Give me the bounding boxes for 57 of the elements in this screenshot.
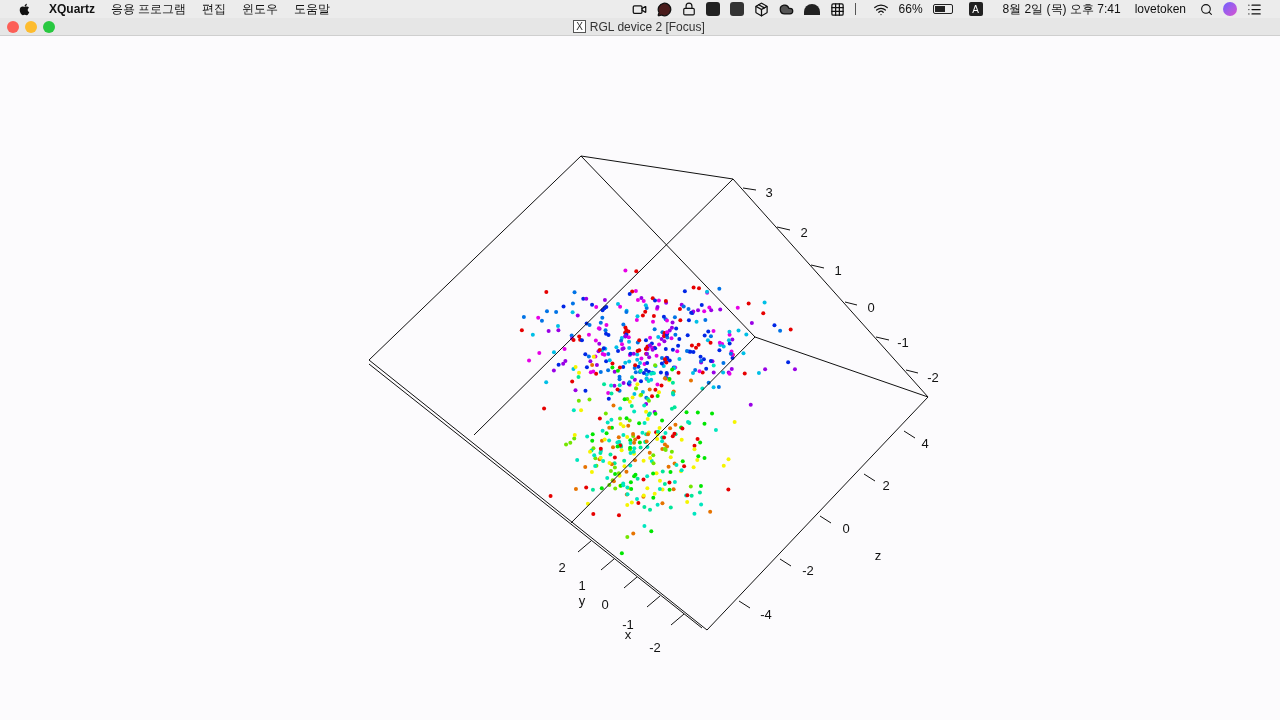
grid-icon[interactable] [829, 1, 845, 17]
tick-label: 2 [800, 225, 808, 240]
tick-label: -2 [802, 563, 814, 578]
menu-item[interactable]: 응용 프로그램 [111, 0, 187, 18]
menu-list-icon[interactable] [1247, 1, 1262, 17]
window-title: RGL device 2 [Focus] [589, 18, 705, 36]
tick-mark [779, 558, 792, 567]
search-icon[interactable] [1200, 2, 1213, 16]
battery-percent: 66% [898, 1, 923, 18]
tick-mark [776, 226, 791, 231]
tick-label: 3 [765, 185, 773, 200]
tick-label: 4 [921, 436, 929, 451]
speech-bubble-icon[interactable] [656, 1, 672, 17]
apple-icon[interactable] [18, 2, 31, 16]
axis-label: y [578, 593, 586, 608]
dome-icon[interactable] [803, 3, 820, 15]
tick-mark [577, 540, 592, 553]
menu-item[interactable]: 도움말 [294, 0, 331, 18]
tick-mark [819, 515, 832, 524]
tick-label: -4 [760, 607, 772, 622]
user-name[interactable]: lovetoken [1134, 0, 1186, 18]
tick-label: 0 [867, 300, 875, 315]
siri-icon[interactable] [1223, 2, 1237, 16]
tick-mark [670, 613, 685, 626]
x-icon: X [573, 20, 586, 33]
tick-label: 2 [558, 560, 566, 575]
app-tile-icon[interactable] [705, 2, 720, 16]
tick-mark [863, 473, 876, 482]
lock-icon[interactable] [681, 2, 696, 16]
tick-label: -1 [897, 335, 909, 350]
tick-mark [844, 301, 858, 306]
cloud-icon[interactable] [778, 1, 794, 17]
tick-label: 1 [834, 263, 842, 278]
input-source-badge[interactable]: A [968, 2, 983, 16]
tick-mark [646, 595, 661, 608]
tick-label: 0 [842, 521, 850, 536]
tick-mark [600, 558, 615, 571]
app-menu[interactable]: XQuartz [49, 0, 95, 18]
clock[interactable]: 8월 2일 (목) 오후 7:41 [1002, 0, 1121, 18]
tick-label: -2 [649, 640, 661, 655]
tick-mark [623, 576, 638, 589]
tick-label: -1 [622, 617, 634, 632]
battery-icon[interactable] [932, 4, 953, 14]
tick-mark [875, 336, 890, 341]
tick-mark [738, 600, 751, 609]
tick-mark [742, 187, 757, 191]
tick-mark [903, 430, 916, 439]
tick-label: -2 [927, 370, 939, 385]
menu-item[interactable]: 편집 [202, 0, 227, 18]
tick-label: 2 [882, 478, 890, 493]
axis-label: z [874, 548, 882, 563]
tick-label: 0 [601, 597, 609, 612]
package-icon[interactable] [753, 1, 769, 17]
tick-label: 1 [578, 578, 586, 593]
tick-mark [905, 369, 919, 374]
tick-mark [810, 264, 825, 269]
menu-item[interactable]: 윈도우 [242, 0, 279, 18]
